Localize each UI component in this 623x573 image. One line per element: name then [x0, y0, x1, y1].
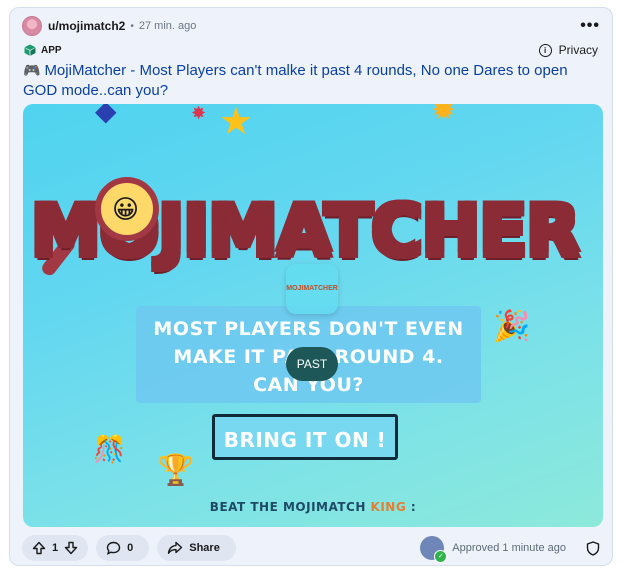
- post-time: 27 min. ago: [138, 20, 197, 32]
- app-tag-label: APP: [41, 44, 62, 56]
- app-tag: APP: [24, 44, 62, 56]
- star-icon: ✹: [431, 104, 457, 127]
- magnifier-icon: 😀: [95, 177, 159, 241]
- past-button[interactable]: PAST: [286, 347, 338, 381]
- moderator-avatar: ✓: [420, 536, 448, 563]
- beat-king-text: BEAT THE MOJIMATCH KING :: [209, 500, 417, 514]
- share-label: Share: [189, 542, 220, 554]
- app-row: APP i Privacy: [24, 41, 598, 59]
- approved-text: Approved 1 minute ago: [452, 542, 566, 554]
- spark-icon: ✸: [191, 104, 207, 123]
- info-icon: i: [538, 43, 552, 57]
- star-icon: ★: [219, 104, 254, 143]
- downvote-icon[interactable]: [64, 541, 78, 555]
- shield-icon[interactable]: [586, 540, 600, 556]
- bring-it-on-button[interactable]: BRING IT ON !: [212, 414, 398, 460]
- upvote-icon[interactable]: [32, 541, 46, 555]
- vote-bar: 1: [22, 535, 89, 561]
- panel-line-1: MOST PLAYERS DON'T EVEN: [153, 318, 464, 340]
- more-options-button[interactable]: •••: [580, 17, 600, 35]
- party-popper-icon: 🎉: [493, 310, 531, 343]
- app-badge: MOJIMATCHER: [286, 264, 338, 314]
- comment-count: 0: [127, 542, 134, 554]
- post-title[interactable]: 🎮 MojiMatcher - Most Players can't malke …: [23, 60, 598, 101]
- vote-count: 1: [52, 542, 59, 554]
- post-footer: 1 0 Share ✓ Approved 1 minute ago: [22, 535, 600, 563]
- post-title-text: MojiMatcher - Most Players can't malke i…: [23, 62, 568, 99]
- comment-icon: [106, 541, 121, 555]
- gamepad-icon: 🎮: [23, 62, 41, 78]
- share-button[interactable]: Share: [157, 535, 236, 561]
- ribbon-icon: ◆: [95, 104, 117, 126]
- approval-status: ✓ Approved 1 minute ago: [420, 536, 600, 563]
- post-header: u/mojimatch2 • 27 min. ago •••: [22, 14, 600, 38]
- post-card: u/mojimatch2 • 27 min. ago ••• APP i Pri…: [9, 7, 613, 566]
- privacy-button[interactable]: i Privacy: [538, 43, 598, 57]
- king-label: KING: [370, 500, 407, 514]
- app-preview[interactable]: ◆ ✸ ★ ✹ MOJIMATCHER 😀 MOST PLAYERS DON'T…: [23, 104, 603, 527]
- author-link[interactable]: u/mojimatch2: [48, 19, 125, 33]
- user-avatar[interactable]: [22, 16, 42, 36]
- check-icon: ✓: [434, 550, 448, 563]
- smiley-icon: 😀: [112, 194, 140, 224]
- party-popper-icon: 🎊: [93, 434, 126, 464]
- trophy-icon: 🏆: [157, 454, 195, 487]
- separator: •: [130, 20, 134, 32]
- comments-button[interactable]: 0: [96, 535, 150, 561]
- share-icon: [168, 541, 183, 554]
- privacy-label: Privacy: [558, 43, 598, 57]
- app-cube-icon: [24, 44, 36, 56]
